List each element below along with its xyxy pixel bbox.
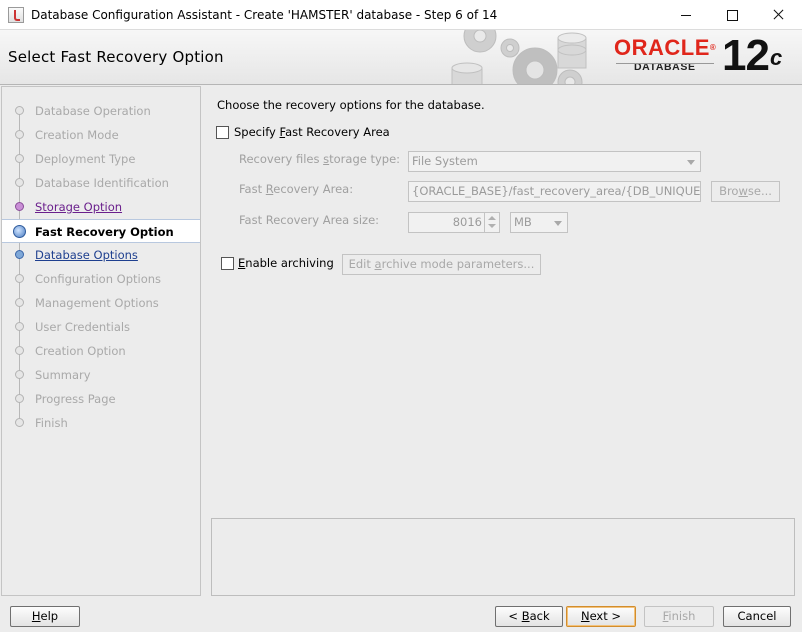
step-label: Fast Recovery Option bbox=[35, 225, 174, 239]
gears-database-graphic bbox=[451, 30, 587, 84]
window-titlebar: Database Configuration Assistant - Creat… bbox=[0, 0, 802, 30]
step-indicator-icon bbox=[15, 106, 24, 115]
step-indicator-icon bbox=[15, 322, 24, 331]
enable-archiving-checkbox[interactable] bbox=[221, 257, 234, 270]
fra-size-label: Fast Recovery Area size: bbox=[239, 213, 380, 227]
step-creation-option: Creation Option bbox=[2, 339, 200, 363]
fra-size-spinner[interactable]: 8016 bbox=[408, 212, 500, 233]
step-indicator-icon bbox=[15, 178, 24, 187]
oracle-logo-word: ORACLE® bbox=[614, 35, 717, 60]
spinner-up-icon[interactable] bbox=[488, 216, 496, 220]
spinner-buttons[interactable] bbox=[484, 213, 499, 232]
step-summary: Summary bbox=[2, 363, 200, 387]
oracle-logo: ORACLE® DATABASE bbox=[614, 35, 717, 74]
step-configuration-options: Configuration Options bbox=[2, 267, 200, 291]
spinner-down-icon[interactable] bbox=[488, 224, 496, 228]
edit-archive-params-button[interactable]: Edit archive mode parameters... bbox=[342, 254, 541, 275]
step-indicator-icon bbox=[15, 394, 24, 403]
step-label: Database Identification bbox=[35, 176, 169, 190]
step-finish: Finish bbox=[2, 411, 200, 435]
finish-button[interactable]: Finish bbox=[644, 606, 714, 627]
intro-text: Choose the recovery options for the data… bbox=[217, 98, 485, 112]
step-storage-option[interactable]: Storage Option bbox=[2, 195, 200, 219]
step-indicator-icon bbox=[15, 298, 24, 307]
step-deployment-type: Deployment Type bbox=[2, 147, 200, 171]
storage-type-label: Recovery files storage type: bbox=[239, 152, 401, 166]
step-indicator-icon bbox=[15, 202, 24, 211]
step-indicator-icon bbox=[15, 250, 24, 259]
help-button[interactable]: Help bbox=[10, 606, 80, 627]
step-label: User Credentials bbox=[35, 320, 131, 334]
step-progress-page: Progress Page bbox=[2, 387, 200, 411]
main-panel: Choose the recovery options for the data… bbox=[207, 86, 796, 596]
step-indicator-icon bbox=[15, 370, 24, 379]
step-indicator-icon bbox=[15, 418, 24, 427]
next-button[interactable]: Next > bbox=[566, 606, 636, 627]
specify-fra-checkbox[interactable] bbox=[216, 126, 229, 139]
step-database-identification: Database Identification bbox=[2, 171, 200, 195]
storage-type-select[interactable]: File System bbox=[408, 151, 701, 172]
chevron-down-icon bbox=[554, 221, 562, 226]
step-label: Configuration Options bbox=[35, 272, 162, 286]
steps-sidebar: Database Operation Creation Mode Deploymen… bbox=[1, 86, 201, 596]
messages-panel bbox=[211, 518, 795, 596]
cancel-button[interactable]: Cancel bbox=[723, 606, 791, 627]
fra-path-label: Fast Recovery Area: bbox=[239, 182, 354, 196]
step-label: Management Options bbox=[35, 296, 159, 310]
step-label: Progress Page bbox=[35, 392, 116, 406]
browse-button[interactable]: Browse... bbox=[711, 181, 780, 202]
step-label[interactable]: Storage Option bbox=[35, 200, 122, 214]
step-fast-recovery-option: Fast Recovery Option bbox=[2, 219, 200, 243]
specify-fra-label[interactable]: Specify Fast Recovery Area bbox=[234, 125, 390, 139]
java-app-icon bbox=[8, 7, 24, 23]
fra-size-unit-select[interactable]: MB bbox=[510, 212, 568, 233]
logo-divider bbox=[616, 63, 714, 64]
chevron-down-icon bbox=[687, 160, 695, 165]
step-database-options[interactable]: Database Options bbox=[2, 243, 200, 267]
step-creation-mode: Creation Mode bbox=[2, 123, 200, 147]
step-label: Creation Mode bbox=[35, 128, 119, 142]
step-management-options: Management Options bbox=[2, 291, 200, 315]
fra-path-input[interactable]: {ORACLE_BASE}/fast_recovery_area/{DB_UNI… bbox=[408, 181, 701, 202]
maximize-button[interactable] bbox=[709, 0, 755, 30]
step-label: Summary bbox=[35, 368, 91, 382]
version-badge: 12c bbox=[722, 31, 782, 80]
step-label: Finish bbox=[35, 416, 68, 430]
step-indicator-icon bbox=[15, 130, 24, 139]
step-indicator-icon bbox=[15, 346, 24, 355]
step-user-credentials: User Credentials bbox=[2, 315, 200, 339]
close-button[interactable] bbox=[755, 0, 801, 30]
minimize-button[interactable] bbox=[663, 0, 709, 30]
step-indicator-icon bbox=[15, 154, 24, 163]
step-indicator-icon bbox=[15, 274, 24, 283]
step-label: Database Operation bbox=[35, 104, 151, 118]
step-label: Deployment Type bbox=[35, 152, 136, 166]
step-label[interactable]: Database Options bbox=[35, 248, 138, 262]
page-title: Select Fast Recovery Option bbox=[8, 48, 224, 66]
enable-archiving-label[interactable]: Enable archiving bbox=[238, 256, 334, 270]
step-database-operation: Database Operation bbox=[2, 99, 200, 123]
step-label: Creation Option bbox=[35, 344, 126, 358]
back-button[interactable]: < Back bbox=[495, 606, 563, 627]
wizard-header: Select Fast Recovery Option ORACLE® DATA… bbox=[0, 30, 802, 85]
step-indicator-icon bbox=[13, 225, 26, 238]
window-title: Database Configuration Assistant - Creat… bbox=[31, 8, 498, 22]
